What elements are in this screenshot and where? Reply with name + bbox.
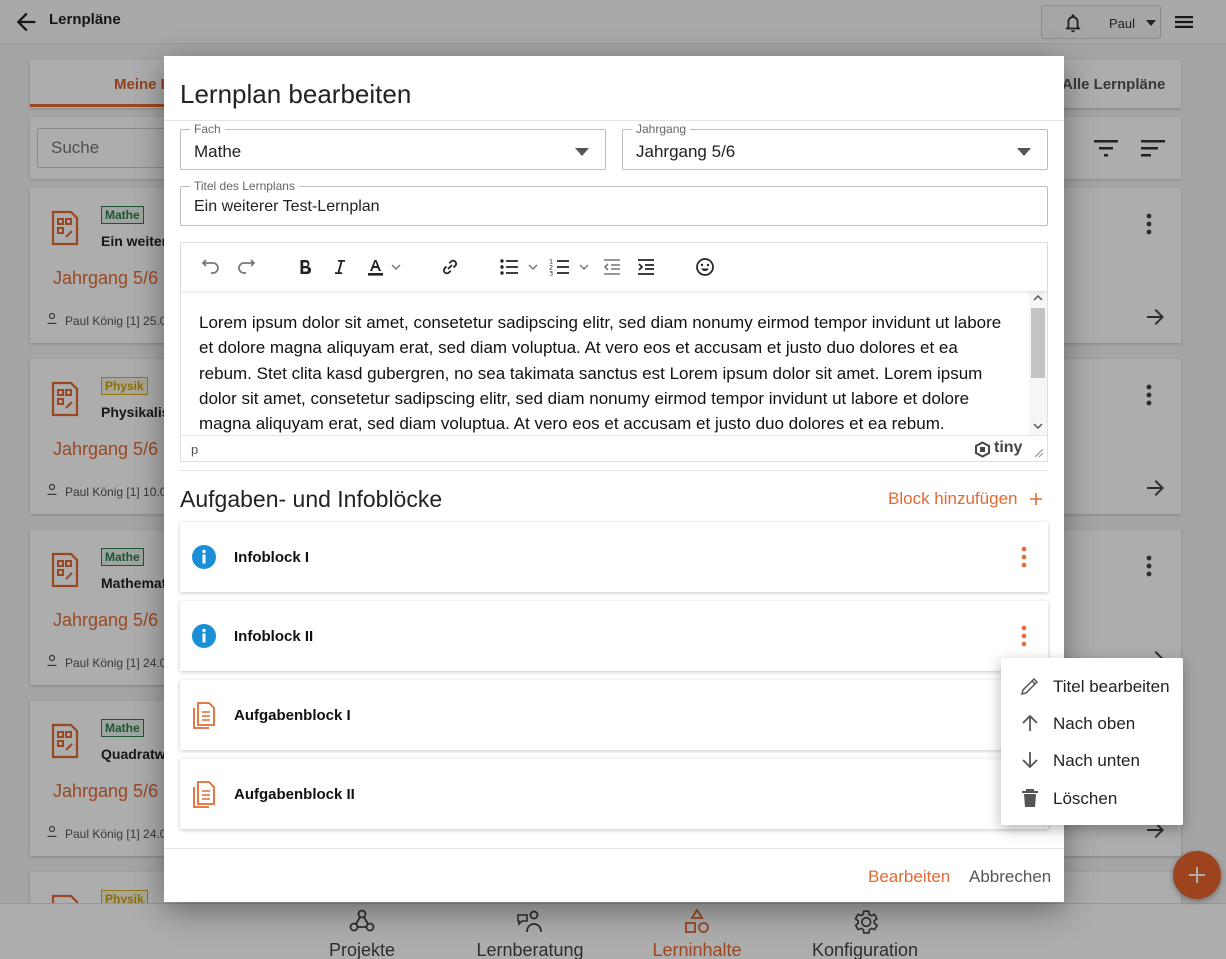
edit-button[interactable]: Bearbeiten: [868, 867, 950, 887]
undo-button[interactable]: [199, 255, 223, 279]
menu-item-label: Nach unten: [1053, 751, 1140, 770]
jahrgang-select[interactable]: Jahrgang Jahrgang 5/6: [622, 122, 1048, 170]
plus-icon: [1030, 493, 1042, 505]
arrow-down-icon: [1022, 752, 1038, 769]
block-context-menu: Titel bearbeiten Nach oben Nach unten Lö…: [1001, 658, 1183, 825]
editor-toolbar: 123: [181, 243, 1047, 291]
italic-icon: [335, 260, 345, 274]
menu-item-label: Nach oben: [1053, 714, 1136, 733]
svg-text:3: 3: [549, 270, 553, 278]
redo-icon: [238, 259, 256, 274]
block-label: Aufgabenblock II: [234, 786, 355, 803]
redo-button[interactable]: [234, 255, 258, 279]
more-vert-icon[interactable]: [1015, 624, 1033, 648]
link-icon: [443, 259, 457, 275]
undo-icon: [201, 259, 219, 274]
titel-input[interactable]: Titel des Lernplans Ein weiterer Test-Le…: [180, 179, 1048, 226]
add-block-button[interactable]: Block hinzufügen: [888, 489, 1042, 509]
divider: [164, 120, 1064, 121]
outdent-button[interactable]: [600, 255, 624, 279]
bold-button[interactable]: [293, 255, 317, 279]
arrow-up-icon: [1022, 714, 1038, 731]
task-block[interactable]: Aufgabenblock I: [180, 680, 1048, 750]
jahrgang-value: Jahrgang 5/6: [636, 142, 736, 161]
task-block[interactable]: Aufgabenblock II: [180, 759, 1048, 829]
divider: [180, 470, 1048, 471]
menu-item-delete[interactable]: Löschen: [1001, 780, 1183, 816]
jahrgang-label: Jahrgang: [632, 122, 691, 136]
info-icon: [192, 545, 216, 569]
info-block[interactable]: Infoblock I: [180, 522, 1048, 592]
scroll-down-icon[interactable]: [1032, 419, 1044, 433]
numbered-list-button[interactable]: 123: [548, 255, 592, 279]
menu-item-label: Löschen: [1053, 789, 1118, 808]
fach-value: Mathe: [194, 142, 242, 161]
more-vert-icon[interactable]: [1015, 545, 1033, 569]
dropdown-caret-icon: [575, 148, 589, 156]
menu-item-move-up[interactable]: Nach oben: [1001, 705, 1183, 741]
block-label: Aufgabenblock I: [234, 707, 351, 724]
link-button[interactable]: [438, 255, 462, 279]
bullet-list-button[interactable]: [497, 255, 541, 279]
task-docs-icon: [193, 702, 215, 729]
indent-icon: [638, 259, 654, 275]
titel-label: Titel des Lernplans: [190, 179, 299, 193]
text-color-icon: [368, 260, 401, 276]
numbered-list-icon: 123: [549, 258, 589, 278]
dropdown-caret-icon: [1017, 148, 1031, 156]
add-block-label: Block hinzufügen: [888, 489, 1018, 508]
scroll-thumb[interactable]: [1031, 308, 1045, 378]
editor-content[interactable]: Lorem ipsum dolor sit amet, consetetur s…: [181, 291, 1029, 435]
pencil-icon: [1020, 677, 1039, 696]
cancel-button[interactable]: Abbrechen: [969, 867, 1051, 887]
italic-button[interactable]: [328, 255, 352, 279]
info-block[interactable]: Infoblock II: [180, 601, 1048, 671]
tiny-logo-icon: [975, 441, 990, 458]
task-docs-icon: [193, 781, 215, 808]
emoji-button[interactable]: [693, 255, 717, 279]
tiny-logo[interactable]: tiny: [974, 439, 1026, 458]
fach-select[interactable]: Fach Mathe: [180, 122, 606, 170]
titel-value: Ein weiterer Test-Lernplan: [194, 198, 380, 215]
rich-text-editor: 123 Lorem ipsum dolor sit amet, consetet…: [180, 242, 1048, 462]
menu-item-edit-title[interactable]: Titel bearbeiten: [1001, 668, 1183, 704]
blocks-section-title: Aufgaben- und Infoblöcke: [180, 486, 443, 512]
block-label: Infoblock II: [234, 628, 314, 645]
trash-icon: [1022, 789, 1038, 807]
dialog-title: Lernplan bearbeiten: [180, 79, 412, 109]
tiny-brand: tiny: [994, 439, 1023, 456]
divider: [164, 848, 1064, 849]
scroll-up-icon[interactable]: [1032, 291, 1044, 305]
fach-label: Fach: [190, 122, 225, 136]
menu-item-move-down[interactable]: Nach unten: [1001, 742, 1183, 778]
editor-statusbar: p tiny: [181, 435, 1047, 461]
block-label: Infoblock I: [234, 549, 309, 566]
emoji-icon: [696, 258, 714, 276]
indent-button[interactable]: [634, 255, 658, 279]
editor-scrollbar[interactable]: [1029, 291, 1047, 435]
menu-item-label: Titel bearbeiten: [1053, 677, 1170, 696]
info-icon: [192, 624, 216, 648]
edit-plan-dialog: Lernplan bearbeiten Fach Mathe Jahrgang …: [164, 56, 1064, 902]
resize-handle-icon[interactable]: [1032, 446, 1044, 458]
bullet-list-icon: [500, 259, 538, 275]
bold-icon: [300, 260, 312, 275]
element-path[interactable]: p: [191, 442, 198, 457]
text-color-button[interactable]: [363, 255, 405, 279]
outdent-icon: [603, 259, 620, 275]
